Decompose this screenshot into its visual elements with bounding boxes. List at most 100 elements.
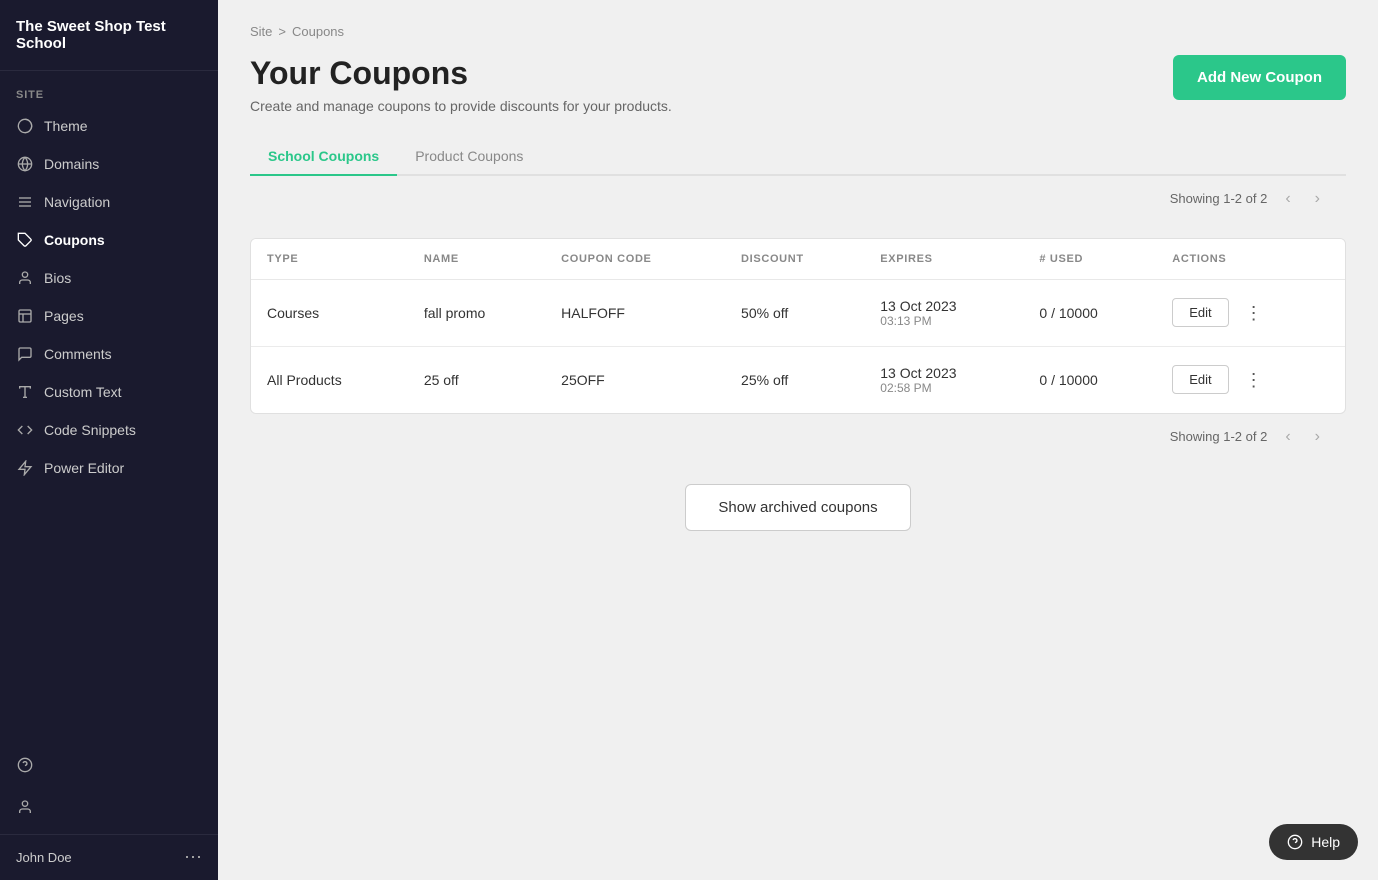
sidebar-item-comments[interactable]: Comments <box>0 335 218 373</box>
col-header-type: TYPE <box>251 239 408 280</box>
cell-name-1: fall promo <box>408 279 545 346</box>
col-header-discount: DISCOUNT <box>725 239 864 280</box>
col-header-used: # USED <box>1023 239 1156 280</box>
school-name-logo: The Sweet Shop Test School <box>0 0 218 71</box>
edit-button-row2[interactable]: Edit <box>1172 365 1228 394</box>
expires-line1-1: 13 Oct 2023 <box>880 298 1007 314</box>
bios-icon <box>16 269 34 287</box>
help-circle-icon <box>16 756 34 774</box>
help-button[interactable]: Help <box>1269 824 1358 860</box>
cell-used-1: 0 / 10000 <box>1023 279 1156 346</box>
pagination-next-button[interactable]: › <box>1309 188 1326 210</box>
pagination-bottom-next-button[interactable]: › <box>1309 426 1326 448</box>
domains-icon <box>16 155 34 173</box>
page-header-text: Your Coupons Create and manage coupons t… <box>250 55 672 114</box>
sidebar-item-help[interactable] <box>0 746 218 784</box>
sidebar-item-label-power-editor: Power Editor <box>44 460 124 476</box>
breadcrumb: Site > Coupons <box>250 24 1346 39</box>
footer-more-button[interactable]: ⋯ <box>184 847 202 868</box>
sidebar-item-user-account[interactable] <box>0 788 218 826</box>
sidebar-footer: John Doe ⋯ <box>0 834 218 880</box>
cell-actions-1: Edit ⋮ <box>1156 279 1345 346</box>
sidebar-item-label-navigation: Navigation <box>44 194 110 210</box>
show-archived-button[interactable]: Show archived coupons <box>685 484 910 531</box>
sidebar-item-theme[interactable]: Theme <box>0 107 218 145</box>
pagination-bottom-text: Showing 1-2 of 2 <box>1170 429 1268 444</box>
sidebar-item-label-coupons: Coupons <box>44 232 105 248</box>
edit-button-row1[interactable]: Edit <box>1172 298 1228 327</box>
pages-icon <box>16 307 34 325</box>
breadcrumb-site[interactable]: Site <box>250 24 272 39</box>
sidebar-item-coupons[interactable]: Coupons <box>0 221 218 259</box>
pagination-top-text: Showing 1-2 of 2 <box>1170 191 1268 206</box>
user-account-icon <box>16 798 34 816</box>
custom-text-icon <box>16 383 34 401</box>
sidebar-item-domains[interactable]: Domains <box>0 145 218 183</box>
sidebar-section-label: SITE <box>0 71 218 107</box>
show-archived-section: Show archived coupons <box>250 484 1346 531</box>
add-new-coupon-button[interactable]: Add New Coupon <box>1173 55 1346 100</box>
breadcrumb-separator: > <box>278 24 286 39</box>
cell-type-2: All Products <box>251 346 408 413</box>
cell-used-2: 0 / 10000 <box>1023 346 1156 413</box>
actions-cell-1: Edit ⋮ <box>1172 298 1329 327</box>
coupons-table: TYPE NAME COUPON CODE DISCOUNT EXPIRES #… <box>251 239 1345 413</box>
sidebar-item-navigation[interactable]: Navigation <box>0 183 218 221</box>
main-content: Site > Coupons Your Coupons Create and m… <box>218 0 1378 880</box>
coupons-icon <box>16 231 34 249</box>
sidebar-item-label-bios: Bios <box>44 270 71 286</box>
pagination-top: Showing 1-2 of 2 ‹ › <box>250 176 1346 222</box>
page-subtitle: Create and manage coupons to provide dis… <box>250 98 672 114</box>
tab-product-coupons[interactable]: Product Coupons <box>397 138 541 176</box>
col-header-coupon-code: COUPON CODE <box>545 239 725 280</box>
expires-line1-2: 13 Oct 2023 <box>880 365 1007 381</box>
table-row: Courses fall promo HALFOFF 50% off 13 Oc… <box>251 279 1345 346</box>
table-row: All Products 25 off 25OFF 25% off 13 Oct… <box>251 346 1345 413</box>
breadcrumb-current: Coupons <box>292 24 344 39</box>
comments-icon <box>16 345 34 363</box>
col-header-actions: ACTIONS <box>1156 239 1345 280</box>
cell-expires-1: 13 Oct 2023 03:13 PM <box>864 279 1023 346</box>
sidebar-item-power-editor[interactable]: Power Editor <box>0 449 218 487</box>
page-header: Your Coupons Create and manage coupons t… <box>250 55 1346 114</box>
expires-line2-2: 02:58 PM <box>880 381 1007 395</box>
sidebar-nav: SITE Theme Domains Navigation Coupons <box>0 71 218 738</box>
theme-icon <box>16 117 34 135</box>
navigation-icon <box>16 193 34 211</box>
coupons-table-card: TYPE NAME COUPON CODE DISCOUNT EXPIRES #… <box>250 238 1346 414</box>
cell-coupon-code-2: 25OFF <box>545 346 725 413</box>
help-button-label: Help <box>1311 834 1340 850</box>
cell-name-2: 25 off <box>408 346 545 413</box>
user-name: John Doe <box>16 850 72 865</box>
sidebar-item-label-theme: Theme <box>44 118 88 134</box>
sidebar-item-custom-text[interactable]: Custom Text <box>0 373 218 411</box>
sidebar-item-label-pages: Pages <box>44 308 84 324</box>
help-circle-icon <box>1287 834 1303 850</box>
sidebar-bottom-icons <box>0 738 218 834</box>
pagination-bottom: Showing 1-2 of 2 ‹ › <box>250 414 1346 460</box>
cell-discount-2: 25% off <box>725 346 864 413</box>
cell-actions-2: Edit ⋮ <box>1156 346 1345 413</box>
tab-school-coupons[interactable]: School Coupons <box>250 138 397 176</box>
more-options-button-row2[interactable]: ⋮ <box>1239 367 1269 393</box>
cell-coupon-code-1: HALFOFF <box>545 279 725 346</box>
power-editor-icon <box>16 459 34 477</box>
col-header-expires: EXPIRES <box>864 239 1023 280</box>
expires-line2-1: 03:13 PM <box>880 314 1007 328</box>
col-header-name: NAME <box>408 239 545 280</box>
sidebar-item-label-domains: Domains <box>44 156 99 172</box>
sidebar-item-label-code-snippets: Code Snippets <box>44 422 136 438</box>
actions-cell-2: Edit ⋮ <box>1172 365 1329 394</box>
sidebar-item-pages[interactable]: Pages <box>0 297 218 335</box>
sidebar-item-code-snippets[interactable]: Code Snippets <box>0 411 218 449</box>
page-title: Your Coupons <box>250 55 672 92</box>
pagination-prev-button[interactable]: ‹ <box>1279 188 1296 210</box>
more-options-button-row1[interactable]: ⋮ <box>1239 300 1269 326</box>
sidebar-item-label-custom-text: Custom Text <box>44 384 122 400</box>
cell-expires-2: 13 Oct 2023 02:58 PM <box>864 346 1023 413</box>
pagination-bottom-prev-button[interactable]: ‹ <box>1279 426 1296 448</box>
code-snippets-icon <box>16 421 34 439</box>
cell-type-1: Courses <box>251 279 408 346</box>
tabs: School Coupons Product Coupons <box>250 138 1346 176</box>
sidebar-item-bios[interactable]: Bios <box>0 259 218 297</box>
